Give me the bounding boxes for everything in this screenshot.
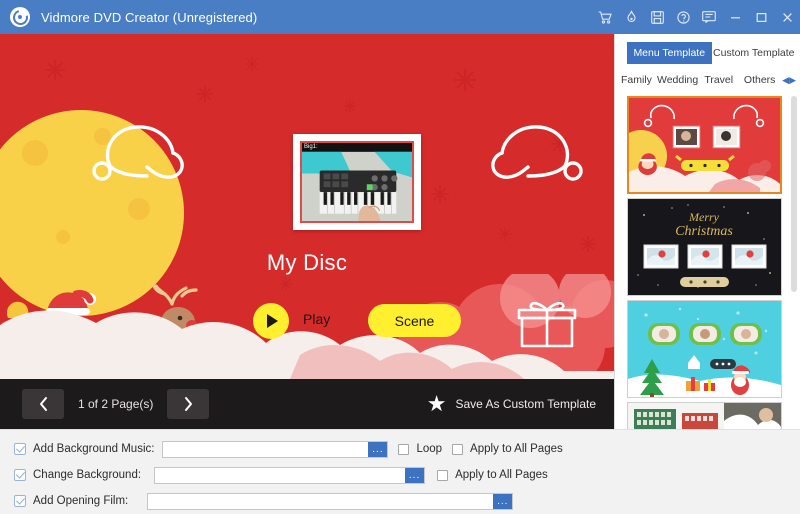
music-apply-all-checkbox[interactable]: [452, 444, 463, 455]
opening-film-input[interactable]: [148, 494, 493, 509]
background-apply-all-checkbox[interactable]: [437, 470, 448, 481]
template-thumb-winter-snow-cyan: [628, 301, 781, 397]
title-bar: Vidmore DVD Creator (Unregistered): [0, 0, 800, 34]
star-icon: ★: [427, 393, 447, 415]
next-page-button[interactable]: [167, 389, 209, 419]
template-item-1[interactable]: Merry Christmas: [627, 198, 782, 296]
background-apply-all-label: Apply to All Pages: [455, 469, 548, 481]
opening-film-browse-button[interactable]: ...: [493, 494, 512, 509]
santa-hat-right-icon: [483, 116, 587, 188]
template-item-3[interactable]: [627, 402, 782, 429]
category-others[interactable]: Others: [739, 74, 780, 86]
page-indicator: 1 of 2 Page(s): [78, 397, 153, 411]
prev-page-button[interactable]: [22, 389, 64, 419]
opening-film-label: Add Opening Film:: [33, 495, 128, 507]
template-tabs: Menu Template Custom Template: [627, 42, 796, 64]
category-scroll-arrows-icon[interactable]: ◀▶: [780, 75, 796, 86]
template-thumb-photo-collage: [628, 403, 781, 429]
template-thumb-merry-christmas-dark: Merry Christmas: [628, 199, 781, 295]
disc-title[interactable]: My Disc: [0, 250, 614, 276]
help-icon[interactable]: [670, 0, 696, 34]
svg-text:Christmas: Christmas: [675, 224, 733, 239]
template-item-0[interactable]: [627, 96, 782, 194]
template-list[interactable]: Merry Christmas: [615, 92, 800, 429]
minimize-button[interactable]: [722, 0, 748, 34]
window-controls: [592, 0, 800, 34]
change-background-field[interactable]: ...: [154, 467, 425, 484]
background-music-input[interactable]: [163, 442, 368, 457]
change-background-input[interactable]: [155, 468, 405, 483]
svg-text:Merry: Merry: [688, 210, 720, 224]
app-window: Vidmore DVD Creator (Unregistered): [0, 0, 800, 514]
music-apply-all-label: Apply to All Pages: [470, 443, 563, 455]
maximize-button[interactable]: [748, 0, 774, 34]
template-scrollbar-thumb[interactable]: [791, 96, 797, 292]
template-categories: Family Wedding Travel Others ◀▶: [615, 69, 800, 91]
template-thumb-christmas-santa-red: [629, 98, 780, 192]
opening-film-row: Add Opening Film: ...: [14, 491, 513, 511]
category-family[interactable]: Family: [616, 74, 657, 86]
save-as-custom-template-label: Save As Custom Template: [455, 397, 596, 411]
background-music-label: Add Background Music:: [33, 443, 154, 455]
change-background-row: Change Background: ... Apply to All Page…: [14, 465, 548, 485]
loop-label: Loop: [416, 443, 442, 455]
template-item-2[interactable]: [627, 300, 782, 398]
page-navigation-bar: 1 of 2 Page(s) ★ Save As Custom Template: [0, 379, 614, 429]
change-background-browse-button[interactable]: ...: [405, 468, 424, 483]
background-music-row: Add Background Music: ... Loop Apply to …: [14, 439, 563, 459]
menu-buttons-row: Play Scene: [0, 302, 614, 342]
menu-preview-canvas[interactable]: Big1:: [0, 34, 614, 379]
disc-thumbnail-stamp[interactable]: Big1:: [293, 134, 421, 230]
template-scrollbar-track[interactable]: [791, 94, 797, 427]
loop-checkbox[interactable]: [398, 444, 409, 455]
thumbnail-label: Big1:: [304, 144, 318, 150]
background-music-field[interactable]: ...: [162, 441, 388, 458]
register-icon[interactable]: [644, 0, 670, 34]
change-background-label: Change Background:: [33, 469, 141, 481]
category-wedding[interactable]: Wedding: [657, 74, 698, 86]
change-background-checkbox[interactable]: [14, 469, 26, 481]
category-travel[interactable]: Travel: [698, 74, 739, 86]
play-label: Play: [303, 311, 330, 327]
feedback-icon[interactable]: [696, 0, 722, 34]
app-title: Vidmore DVD Creator (Unregistered): [41, 10, 257, 25]
opening-film-checkbox[interactable]: [14, 495, 26, 507]
cart-icon[interactable]: [592, 0, 618, 34]
close-button[interactable]: [774, 0, 800, 34]
santa-hat-left-icon: [88, 116, 192, 188]
background-music-browse-button[interactable]: ...: [368, 442, 387, 457]
save-as-custom-template-button[interactable]: ★ Save As Custom Template: [427, 393, 596, 415]
tab-custom-template[interactable]: Custom Template: [712, 42, 797, 64]
play-button[interactable]: [253, 303, 289, 339]
flame-icon[interactable]: [618, 0, 644, 34]
options-bar: Add Background Music: ... Loop Apply to …: [0, 429, 800, 514]
scene-button[interactable]: Scene: [368, 304, 461, 337]
opening-film-field[interactable]: ...: [147, 493, 513, 510]
app-logo-icon: [10, 7, 30, 27]
video-thumbnail[interactable]: Big1:: [300, 141, 414, 223]
tab-menu-template[interactable]: Menu Template: [627, 42, 712, 64]
background-music-checkbox[interactable]: [14, 443, 26, 455]
template-panel: Menu Template Custom Template Family Wed…: [614, 34, 800, 429]
thumbnail-image: [302, 143, 412, 222]
